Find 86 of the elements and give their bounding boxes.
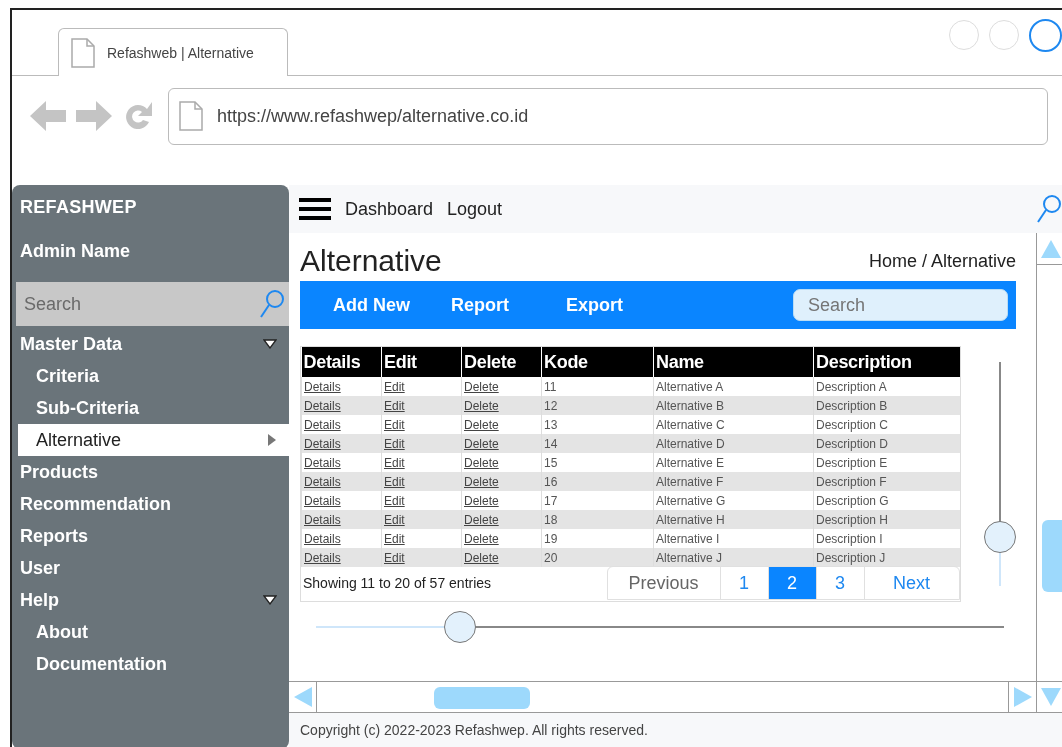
nav-item[interactable]: Products (12, 456, 289, 488)
search-field[interactable]: Search (16, 282, 289, 326)
table-cell: 14 (541, 434, 654, 453)
row-link[interactable]: Delete (464, 455, 499, 470)
forward-icon[interactable] (74, 98, 114, 134)
row-link[interactable]: Delete (464, 493, 499, 508)
table-cell: Description H (813, 510, 960, 529)
table-cell: 16 (541, 472, 654, 491)
user-name: Admin Name (20, 241, 131, 261)
row-link[interactable]: Details (304, 417, 341, 432)
row-link[interactable]: Details (304, 379, 341, 394)
row-link[interactable]: Edit (384, 493, 405, 508)
row-link[interactable]: Details (304, 531, 341, 546)
row-link[interactable]: Delete (464, 417, 499, 432)
table-cell: 18 (541, 510, 654, 529)
nav-item[interactable]: Recommendation (12, 488, 289, 520)
column-header: Details (301, 347, 382, 377)
search-icon[interactable] (1036, 194, 1062, 224)
nav-item[interactable]: Sub-Criteria (12, 392, 289, 424)
back-icon[interactable] (28, 98, 68, 134)
page-button[interactable]: 2 (767, 567, 816, 599)
table-cell: Alternative D (653, 434, 814, 453)
table-cell: Description J (813, 548, 960, 567)
arrow-right-icon (267, 433, 277, 447)
table-cell: Description F (813, 472, 960, 491)
toolbar-button[interactable]: Add New (333, 294, 410, 316)
nav-item[interactable]: Criteria (12, 360, 289, 392)
scrollbar-thumb[interactable] (1042, 520, 1062, 592)
toolbar-button[interactable]: Report (451, 294, 509, 316)
row-link[interactable]: Edit (384, 531, 405, 546)
table-cell: Alternative B (653, 396, 814, 415)
scroll-left-icon[interactable] (292, 686, 313, 708)
next-button[interactable]: Next (863, 567, 959, 599)
entries-info: Showing 11 to 20 of 57 entries (302, 575, 493, 591)
caret-down-icon[interactable] (263, 595, 277, 605)
scrollbar-thumb[interactable] (434, 687, 530, 709)
vertical-scrollbar[interactable] (1036, 233, 1062, 681)
column-header: Kode (541, 347, 654, 377)
nav-item[interactable]: Documentation (12, 648, 289, 680)
row-link[interactable]: Edit (384, 417, 405, 432)
nav-item[interactable]: User (12, 552, 289, 584)
scroll-up-icon[interactable] (1039, 238, 1062, 259)
window-control[interactable] (1029, 19, 1062, 52)
row-link[interactable]: Details (304, 493, 341, 508)
row-link[interactable]: Edit (384, 379, 405, 394)
page-button[interactable]: 3 (815, 567, 864, 599)
menu-icon[interactable] (299, 198, 331, 220)
address-field[interactable]: https://www.refashwep/alternative.co.id (168, 87, 1048, 145)
search-field[interactable]: Search (793, 289, 1008, 321)
caret-down-icon[interactable] (263, 339, 277, 349)
slider-thumb[interactable] (983, 520, 1016, 553)
page-button[interactable]: 1 (719, 567, 768, 599)
page-icon (179, 101, 203, 131)
toolbar-button[interactable]: Export (566, 294, 624, 316)
nav-link[interactable]: Dashboard (345, 198, 434, 220)
page-title: Alternative (300, 244, 442, 278)
nav-item[interactable]: Reports (12, 520, 289, 552)
nav-item[interactable]: Alternative (18, 424, 289, 456)
row-link[interactable]: Delete (464, 379, 499, 394)
table-cell: 12 (541, 396, 654, 415)
column-header: Description (813, 347, 960, 377)
page-icon (71, 37, 95, 68)
scroll-down-icon[interactable] (1039, 687, 1062, 707)
nav-item[interactable]: Master Data (12, 328, 289, 360)
table-cell: Description B (813, 396, 960, 415)
footer-text: Copyright (c) 2022-2023 Refashwep. All rights reserved. (300, 722, 648, 738)
column-header: Name (653, 347, 814, 377)
brand-title: REFASHWEP (20, 197, 137, 217)
row-link[interactable]: Edit (384, 455, 405, 470)
slider-thumb[interactable] (444, 611, 477, 643)
table-cell: Alternative F (653, 472, 814, 491)
previous-button[interactable]: Previous (607, 567, 720, 599)
row-link[interactable]: Details (304, 455, 341, 470)
nav-item[interactable]: About (12, 616, 289, 648)
table-cell: Alternative H (653, 510, 814, 529)
table-cell: 20 (541, 548, 654, 567)
nav-item[interactable]: Help (12, 584, 289, 616)
column-header: Edit (381, 347, 462, 377)
column-header: Delete (461, 347, 542, 377)
breadcrumb: Home / Alternative (868, 250, 1016, 272)
scroll-right-icon[interactable] (1012, 686, 1033, 708)
table-cell: Description D (813, 434, 960, 453)
nav-link[interactable]: Logout (447, 198, 503, 220)
browser-tab[interactable]: Refashweb | Alternative (58, 28, 288, 76)
search-icon[interactable] (259, 289, 285, 319)
row-link[interactable]: Delete (464, 531, 499, 546)
